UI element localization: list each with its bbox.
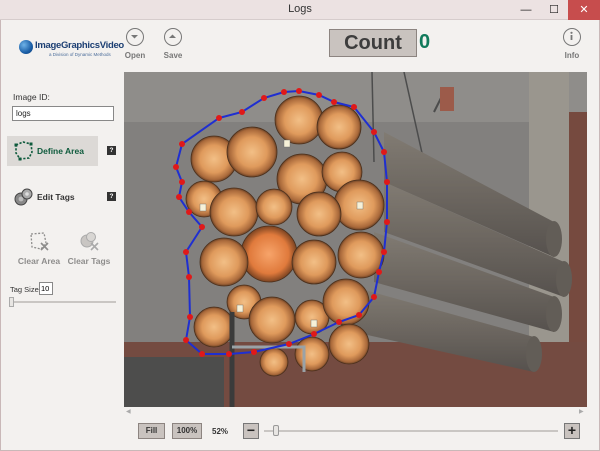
zoom-slider[interactable] <box>264 430 558 432</box>
chevron-up-icon <box>164 28 182 46</box>
zoom-100-button[interactable]: 100% <box>172 423 202 439</box>
edit-tags-help-button[interactable]: ? <box>107 192 116 201</box>
define-area-help-button[interactable]: ? <box>107 146 116 155</box>
title-bar: Logs — ☐ ✕ <box>0 0 600 20</box>
tag-size-slider-thumb[interactable] <box>9 297 14 307</box>
scroll-right-icon[interactable]: ▶ <box>579 408 584 415</box>
logo-text: ImageGraphicsVideo <box>35 40 124 51</box>
count-value: 0 <box>419 31 431 53</box>
edit-tags-label: Edit Tags <box>37 192 75 202</box>
clear-area-icon <box>30 232 49 251</box>
define-area-button[interactable]: Define Area <box>7 136 98 166</box>
edit-tags-button[interactable]: Edit Tags <box>7 182 98 212</box>
zoom-in-button[interactable]: + <box>564 423 580 439</box>
maximize-button[interactable]: ☐ <box>540 0 568 20</box>
app-window: ImageGraphicsVideo a Division of Dynamic… <box>0 20 600 451</box>
zoom-level: 52% <box>212 427 229 436</box>
fill-button[interactable]: Fill <box>138 423 165 439</box>
tag-size-slider[interactable] <box>10 301 116 303</box>
window-title: Logs <box>288 3 312 15</box>
image-id-input[interactable] <box>12 106 114 121</box>
info-label: Info <box>564 51 580 60</box>
clear-area-button[interactable]: Clear Area <box>14 230 64 266</box>
clear-area-label: Clear Area <box>17 256 61 266</box>
minimize-button[interactable]: — <box>512 0 540 20</box>
brand-logo: ImageGraphicsVideo a Division of Dynamic… <box>19 36 124 64</box>
image-id-label: Image ID: <box>13 92 50 102</box>
tag-size-input[interactable] <box>39 282 53 295</box>
globe-icon <box>19 40 33 54</box>
zoom-slider-thumb[interactable] <box>273 425 279 436</box>
open-button[interactable]: Open <box>120 28 150 60</box>
clear-tags-icon <box>80 232 99 251</box>
logs-photo <box>124 72 587 407</box>
open-label: Open <box>124 51 146 60</box>
define-area-label: Define Area <box>37 146 84 156</box>
info-icon <box>563 28 581 46</box>
define-area-icon <box>14 141 33 161</box>
scroll-left-icon[interactable]: ◀ <box>126 408 131 415</box>
info-button[interactable]: Info <box>557 28 587 60</box>
image-canvas[interactable] <box>124 72 587 407</box>
logo-subtitle: a Division of Dynamic Methods <box>49 52 111 57</box>
save-button[interactable]: Save <box>158 28 188 60</box>
tag-size-label: Tag Size <box>10 285 39 294</box>
chevron-down-icon <box>126 28 144 46</box>
save-label: Save <box>163 51 183 60</box>
count-label: Count <box>329 29 417 57</box>
zoom-out-button[interactable]: − <box>243 423 259 439</box>
clear-tags-label: Clear Tags <box>67 256 111 266</box>
clear-tags-button[interactable]: Clear Tags <box>64 230 114 266</box>
edit-tags-icon <box>14 188 33 206</box>
close-button[interactable]: ✕ <box>568 0 600 20</box>
